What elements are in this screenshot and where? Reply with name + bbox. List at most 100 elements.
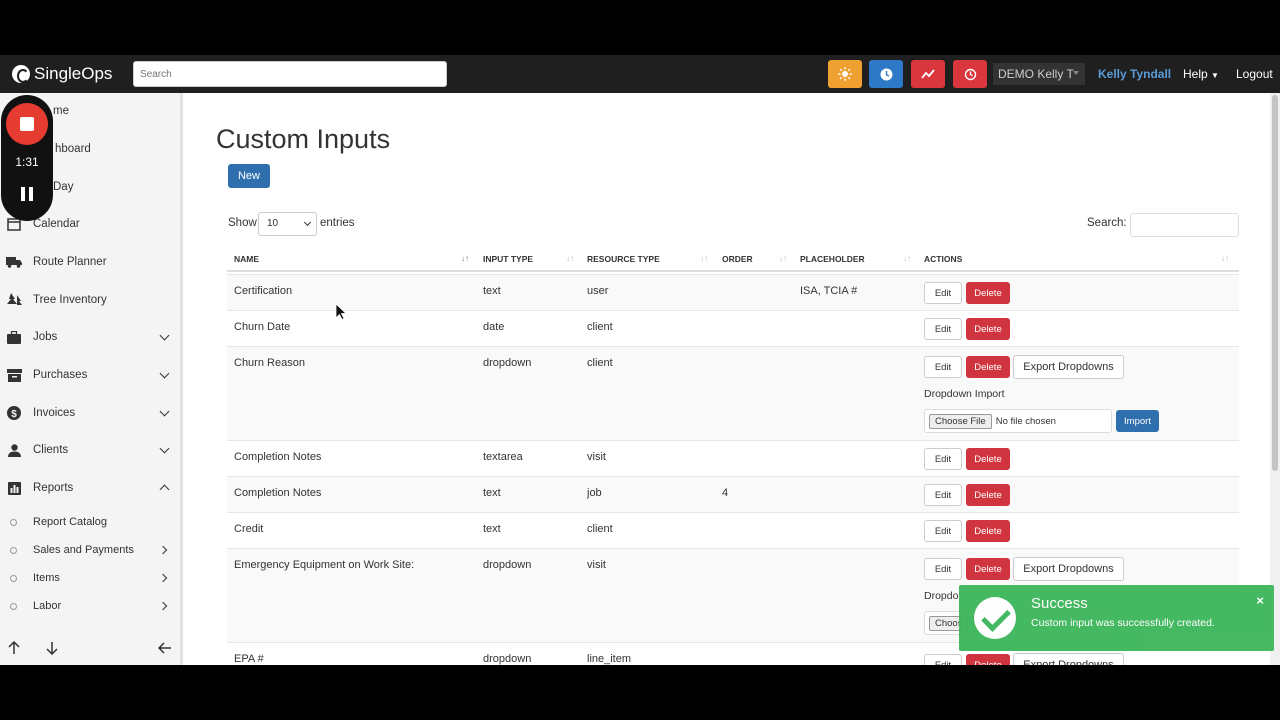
sidebar-subitem-labor[interactable]: Labor [0,592,180,620]
delete-button[interactable]: Delete [966,520,1010,542]
cell-resource-type: client [587,321,613,333]
edit-button[interactable]: Edit [924,484,962,506]
edit-button[interactable]: Edit [924,558,962,580]
singleops-logo-icon [12,65,30,83]
sort-icon: ↓↑ [903,254,911,263]
sidebar-item-label: hboard [55,143,91,155]
delete-button[interactable]: Delete [966,356,1010,378]
cell-input-type: dropdown [483,357,532,369]
arrow-up-icon[interactable] [8,641,20,655]
edit-button[interactable]: Edit [924,282,962,304]
edit-button[interactable]: Edit [924,654,962,665]
toast-title: Success [1031,595,1088,612]
global-search-input[interactable] [133,61,447,87]
circle-icon [10,574,17,582]
history-button[interactable] [953,60,987,88]
custom-inputs-table: Name ↓↑ Input Type ↓↑ Resource Type ↓↑ O… [227,245,1239,665]
sidebar-item-tree-inventory[interactable]: Tree Inventory [0,282,180,318]
help-menu[interactable]: Help ▼ [1183,67,1219,81]
sidebar-item-label: Reports [33,482,74,494]
user-link[interactable]: Kelly Tyndall [1098,67,1171,81]
export-dropdowns-button[interactable]: Export Dropdowns [1013,355,1124,379]
delete-button[interactable]: Delete [966,558,1010,580]
cell-placeholder: ISA, TCIA # [800,285,858,297]
sort-icon: ↓↑ [779,254,787,263]
table-search-input[interactable] [1130,213,1239,237]
check-circle-icon [974,597,1016,639]
sidebar-item-jobs[interactable]: Jobs [0,319,180,355]
pause-icon[interactable] [20,187,34,201]
sidebar-item-label: Route Planner [33,256,107,268]
scrollbar-thumb[interactable] [1272,95,1278,471]
entries-select-value: 10 [267,218,279,229]
file-input[interactable]: Choose File No file chosen [924,409,1112,433]
edit-button[interactable]: Edit [924,356,962,378]
brand-logo[interactable]: SingleOps [12,64,132,84]
dropdown-import-label: Dropdo [924,590,959,602]
cell-resource-type: visit [587,559,606,571]
sort-asc-icon: ↓↑ [461,254,469,263]
cell-name: Churn Date [234,321,291,333]
cell-name: Completion Notes [234,487,322,499]
sidebar-subitem-report-catalog[interactable]: Report Catalog [0,508,180,536]
cell-input-type: date [483,321,505,333]
edit-button[interactable]: Edit [924,448,962,470]
arrow-down-icon[interactable] [46,641,58,655]
sidebar-subitem-sales-and-payments[interactable]: Sales and Payments [0,536,180,564]
circle-icon [10,518,17,526]
close-icon[interactable]: × [1256,593,1264,608]
import-button[interactable]: Import [1116,410,1159,432]
column-header-actions[interactable]: Actions [924,254,962,264]
mouse-cursor-icon [336,304,347,320]
table-row: Churn Date date client Edit Delete [227,310,1239,346]
archive-icon [6,367,22,383]
export-dropdowns-button[interactable]: Export Dropdowns [1013,557,1124,581]
column-header-placeholder[interactable]: Placeholder [800,254,865,264]
column-header-order[interactable]: Order [722,254,753,264]
edit-button[interactable]: Edit [924,318,962,340]
account-select[interactable]: DEMO Kelly T [993,63,1085,85]
arrow-left-icon[interactable] [158,642,172,654]
cell-input-type: text [483,487,501,499]
table-search-label: Search: [1087,217,1127,229]
table-row: Completion Notes text job 4 Edit Delete [227,476,1239,512]
account-select-value: DEMO Kelly T [998,67,1074,81]
export-dropdowns-button[interactable]: Export Dropdowns [1013,653,1124,665]
edit-button[interactable]: Edit [924,520,962,542]
sidebar-subitem-items[interactable]: Items [0,564,180,592]
show-label: Show [228,217,257,229]
column-header-name[interactable]: Name [234,254,259,264]
sidebar-item-route-planner[interactable]: Route Planner [0,244,180,280]
app-frame: SingleOps DEMO Kelly T Kelly Tyndall Hel… [0,55,1280,665]
sidebar-item-label: Invoices [33,407,76,419]
sun-icon [838,67,852,81]
delete-button[interactable]: Delete [966,448,1010,470]
delete-button[interactable]: Delete [966,484,1010,506]
logout-link[interactable]: Logout [1236,67,1273,81]
column-header-resource-type[interactable]: Resource Type [587,254,660,264]
new-button[interactable]: New [228,164,270,188]
brand-name: SingleOps [34,64,113,83]
sidebar-item-clients[interactable]: Clients [0,432,180,468]
chevron-down-icon [159,330,170,341]
column-header-input-type[interactable]: Input Type [483,254,533,264]
delete-button[interactable]: Delete [966,318,1010,340]
choose-file-button[interactable]: Choose File [929,413,992,429]
sun-button[interactable] [828,60,862,88]
sidebar-item-invoices[interactable]: $ Invoices [0,395,180,431]
chevron-up-icon [159,484,170,495]
sidebar-item-purchases[interactable]: Purchases [0,357,180,393]
delete-button[interactable]: Delete [966,654,1010,665]
delete-button[interactable]: Delete [966,282,1010,304]
page-scrollbar[interactable] [1270,93,1280,665]
circle-icon [10,546,17,554]
dollar-icon: $ [6,405,22,421]
stop-recording-button[interactable] [6,103,48,145]
entries-label: entries [320,217,355,229]
caret-down-icon [1073,71,1079,75]
entries-select[interactable]: 10 [258,212,317,236]
clock-button[interactable] [869,60,903,88]
sidebar-item-reports[interactable]: Reports [0,470,180,506]
activity-button[interactable] [911,60,945,88]
line-chart-icon [921,69,935,79]
